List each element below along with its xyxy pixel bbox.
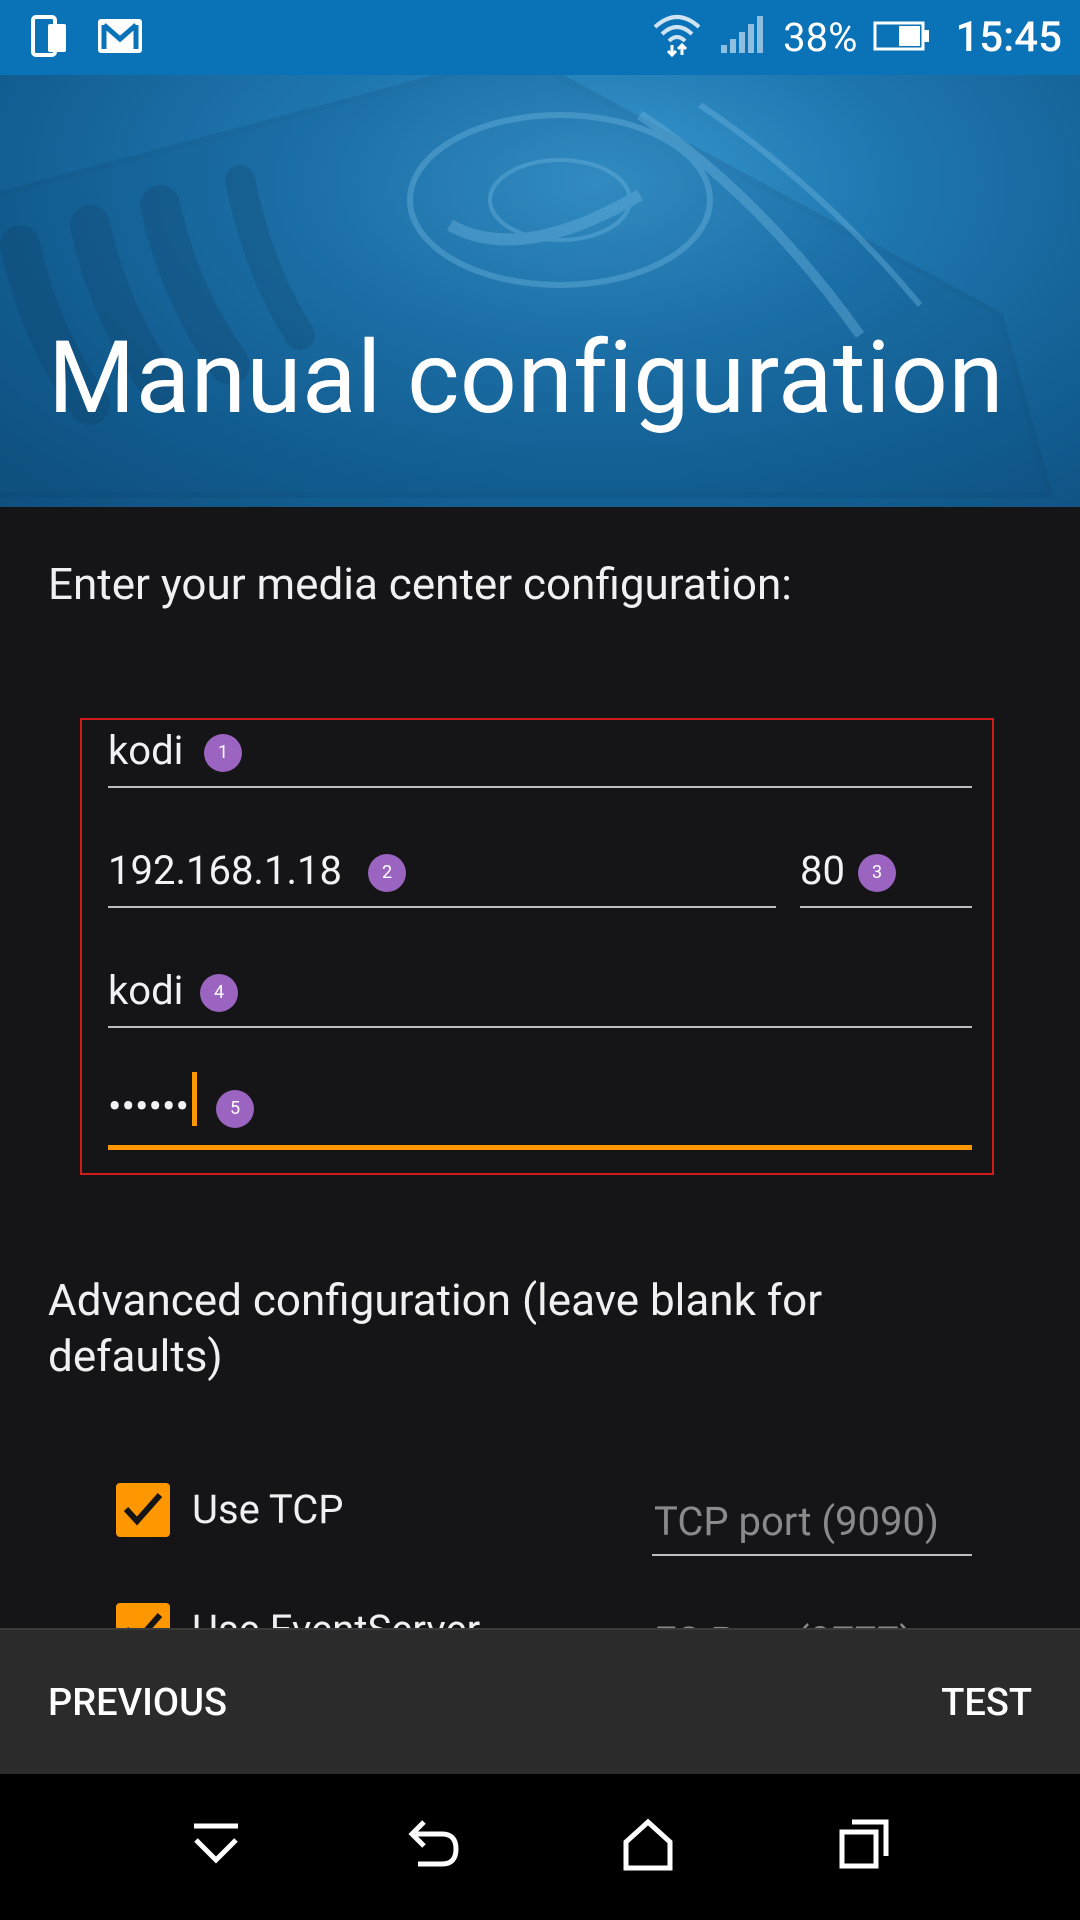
tcp-port-placeholder: TCP port (9090) <box>654 1498 939 1545</box>
text-cursor <box>192 1072 197 1126</box>
username-field[interactable]: kodi 4 <box>108 952 972 1028</box>
step-badge: 4 <box>200 974 238 1012</box>
signal-icon <box>719 13 767 63</box>
step-badge: 5 <box>216 1090 254 1128</box>
username-value: kodi <box>108 967 184 1014</box>
check-icon <box>123 1493 163 1526</box>
host-field[interactable]: 192.168.1.18 2 <box>108 832 776 908</box>
hide-keyboard-icon[interactable] <box>186 1814 246 1878</box>
step-badge: 1 <box>204 734 242 772</box>
password-field[interactable]: •••••• 5 <box>108 1068 972 1150</box>
step-badge: 3 <box>858 854 896 892</box>
advanced-heading: Advanced configuration (leave blank for … <box>48 1274 823 1382</box>
wizard-action-bar: PREVIOUS TEST <box>0 1628 1080 1776</box>
name-field[interactable]: kodi 1 <box>108 720 972 788</box>
tcp-port-input[interactable]: TCP port (9090) <box>652 1496 972 1556</box>
port-field[interactable]: 80 3 <box>800 832 972 908</box>
wifi-icon <box>651 9 703 67</box>
instructions-text: Enter your media center configuration: <box>48 558 792 610</box>
password-value: •••••• <box>108 1083 189 1130</box>
battery-percent: 38% <box>783 14 858 61</box>
step-badge: 2 <box>368 854 406 892</box>
status-bar: 38% 15:45 <box>0 0 1080 75</box>
phone-icon <box>30 14 70 62</box>
use-tcp-label: Use TCP <box>192 1486 344 1533</box>
back-icon[interactable] <box>402 1814 462 1878</box>
test-button[interactable]: TEST <box>941 1630 1032 1776</box>
use-tcp-checkbox[interactable] <box>116 1483 170 1537</box>
page-title: Manual configuration <box>48 320 1005 437</box>
header-banner: Manual configuration <box>0 75 1080 507</box>
host-value: 192.168.1.18 <box>108 847 342 894</box>
gmail-icon <box>98 18 142 57</box>
port-value: 80 <box>800 847 845 894</box>
recent-apps-icon[interactable] <box>834 1814 894 1878</box>
disc-artwork <box>0 75 1054 498</box>
name-value: kodi <box>108 727 184 774</box>
previous-button[interactable]: PREVIOUS <box>48 1630 227 1776</box>
configuration-form: kodi 1 192.168.1.18 2 80 3 kodi 4 ••••••… <box>80 718 994 1175</box>
system-nav-bar <box>0 1774 1080 1920</box>
battery-icon <box>873 14 931 61</box>
clock: 15:45 <box>955 13 1062 62</box>
home-icon[interactable] <box>618 1814 678 1878</box>
